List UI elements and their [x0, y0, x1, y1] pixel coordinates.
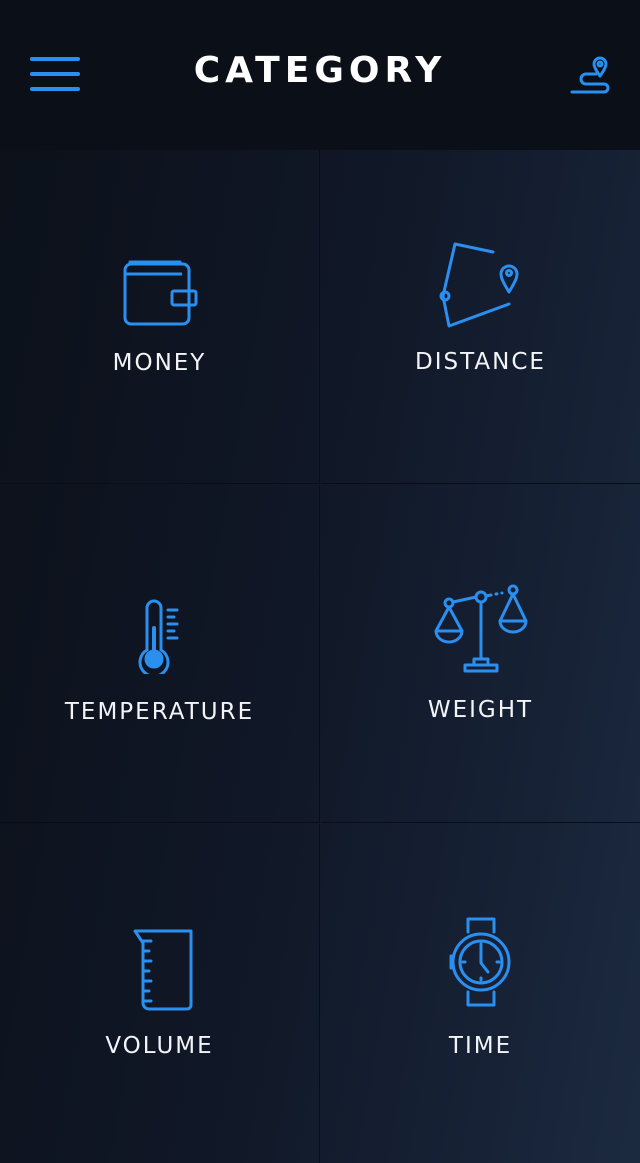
- map-pin-distance-icon: [321, 234, 640, 330]
- route-pin-icon[interactable]: [568, 56, 614, 96]
- balance-scale-icon: [321, 583, 640, 677]
- app-header: CATEGORY: [0, 0, 640, 150]
- page-title: CATEGORY: [193, 50, 447, 91]
- category-label: TEMPERATURE: [64, 699, 255, 725]
- category-distance[interactable]: DISTANCE: [321, 150, 640, 484]
- category-label: DISTANCE: [415, 349, 546, 375]
- category-grid: MONEY DISTANCE TEMPERATURE WEIGHT VOLUME…: [0, 150, 640, 1163]
- category-time[interactable]: TIME: [321, 824, 640, 1163]
- measuring-beaker-icon: [0, 929, 319, 1011]
- category-label: VOLUME: [105, 1033, 214, 1059]
- category-label: WEIGHT: [427, 697, 534, 723]
- category-label: TIME: [448, 1033, 513, 1059]
- category-temperature[interactable]: TEMPERATURE: [0, 485, 320, 823]
- thermometer-icon: [0, 598, 319, 674]
- wristwatch-icon: [321, 916, 640, 1008]
- category-weight[interactable]: WEIGHT: [321, 485, 640, 823]
- category-label: MONEY: [112, 350, 207, 376]
- category-volume[interactable]: VOLUME: [0, 824, 320, 1163]
- wallet-icon: [0, 256, 319, 326]
- category-money[interactable]: MONEY: [0, 150, 320, 484]
